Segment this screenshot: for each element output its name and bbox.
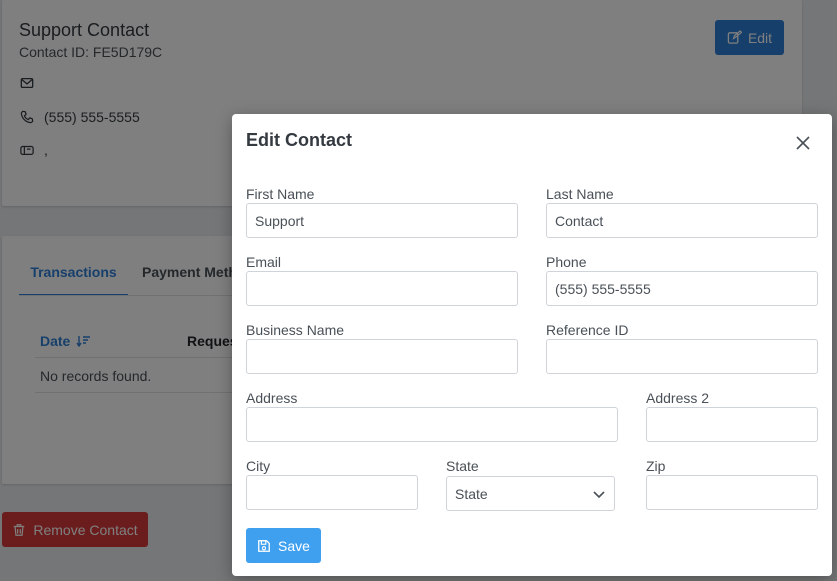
- reference-id-input[interactable]: [546, 339, 818, 374]
- floppy-disk-icon: [258, 539, 270, 552]
- state-select[interactable]: State: [446, 476, 615, 511]
- email-input[interactable]: [246, 271, 518, 306]
- business-name-input[interactable]: [246, 339, 518, 374]
- modal-title: Edit Contact: [246, 130, 352, 150]
- email-label: Email: [246, 254, 282, 270]
- phone-input[interactable]: [546, 271, 818, 306]
- first-name-label: First Name: [246, 186, 315, 202]
- state-select-value: State: [455, 485, 488, 502]
- first-name-input[interactable]: [246, 203, 518, 238]
- address-label: Address: [246, 390, 298, 406]
- address-2-input[interactable]: [646, 407, 818, 442]
- last-name-input[interactable]: [546, 203, 818, 238]
- save-button[interactable]: Save: [246, 528, 321, 563]
- reference-id-label: Reference ID: [546, 322, 629, 338]
- city-input[interactable]: [246, 475, 418, 510]
- chevron-down-icon: [593, 490, 605, 498]
- zip-input[interactable]: [646, 475, 818, 510]
- address-2-label: Address 2: [646, 390, 710, 406]
- save-label: Save: [278, 537, 310, 554]
- state-label: State: [446, 458, 479, 474]
- edit-contact-modal: Edit Contact First Name Last Name Email …: [232, 114, 832, 576]
- city-label: City: [246, 458, 271, 474]
- business-name-label: Business Name: [246, 322, 345, 338]
- phone-label: Phone: [546, 254, 587, 270]
- close-icon[interactable]: [793, 133, 813, 153]
- address-input[interactable]: [246, 407, 618, 442]
- zip-label: Zip: [646, 458, 666, 474]
- last-name-label: Last Name: [546, 186, 614, 202]
